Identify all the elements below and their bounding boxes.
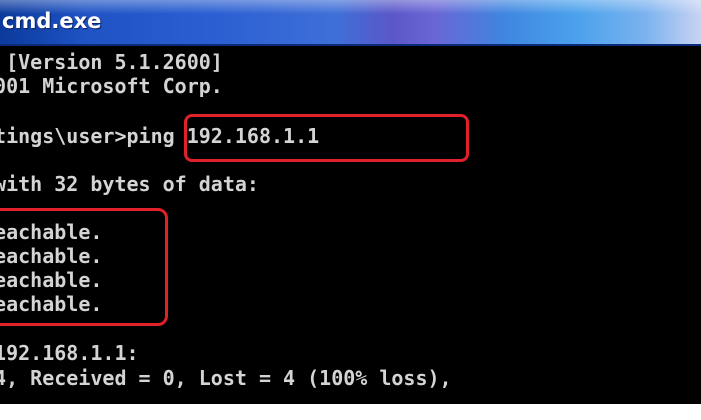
cmd-window: cmd.exe P [Version 5.1.2600] 2001 Micros…: [0, 0, 701, 420]
command-highlight-box: [184, 114, 469, 162]
window-title: cmd.exe: [2, 9, 102, 33]
console-line-pinging: with 32 bytes of data:: [0, 172, 259, 196]
title-bar-gloss: [0, 0, 701, 14]
console-line-copyright: 2001 Microsoft Corp.: [0, 74, 223, 98]
console-line-stats-header: 192.168.1.1:: [0, 341, 139, 365]
command-prompt: ttings\user>: [0, 124, 127, 148]
replies-highlight-box: [0, 208, 168, 326]
console-line-stats: 4, Received = 0, Lost = 4 (100% loss),: [0, 366, 452, 390]
bottom-border: [0, 404, 701, 420]
console-line-version: P [Version 5.1.2600]: [0, 50, 223, 74]
title-bar[interactable]: cmd.exe: [0, 0, 701, 46]
console-output[interactable]: P [Version 5.1.2600] 2001 Microsoft Corp…: [0, 46, 701, 420]
